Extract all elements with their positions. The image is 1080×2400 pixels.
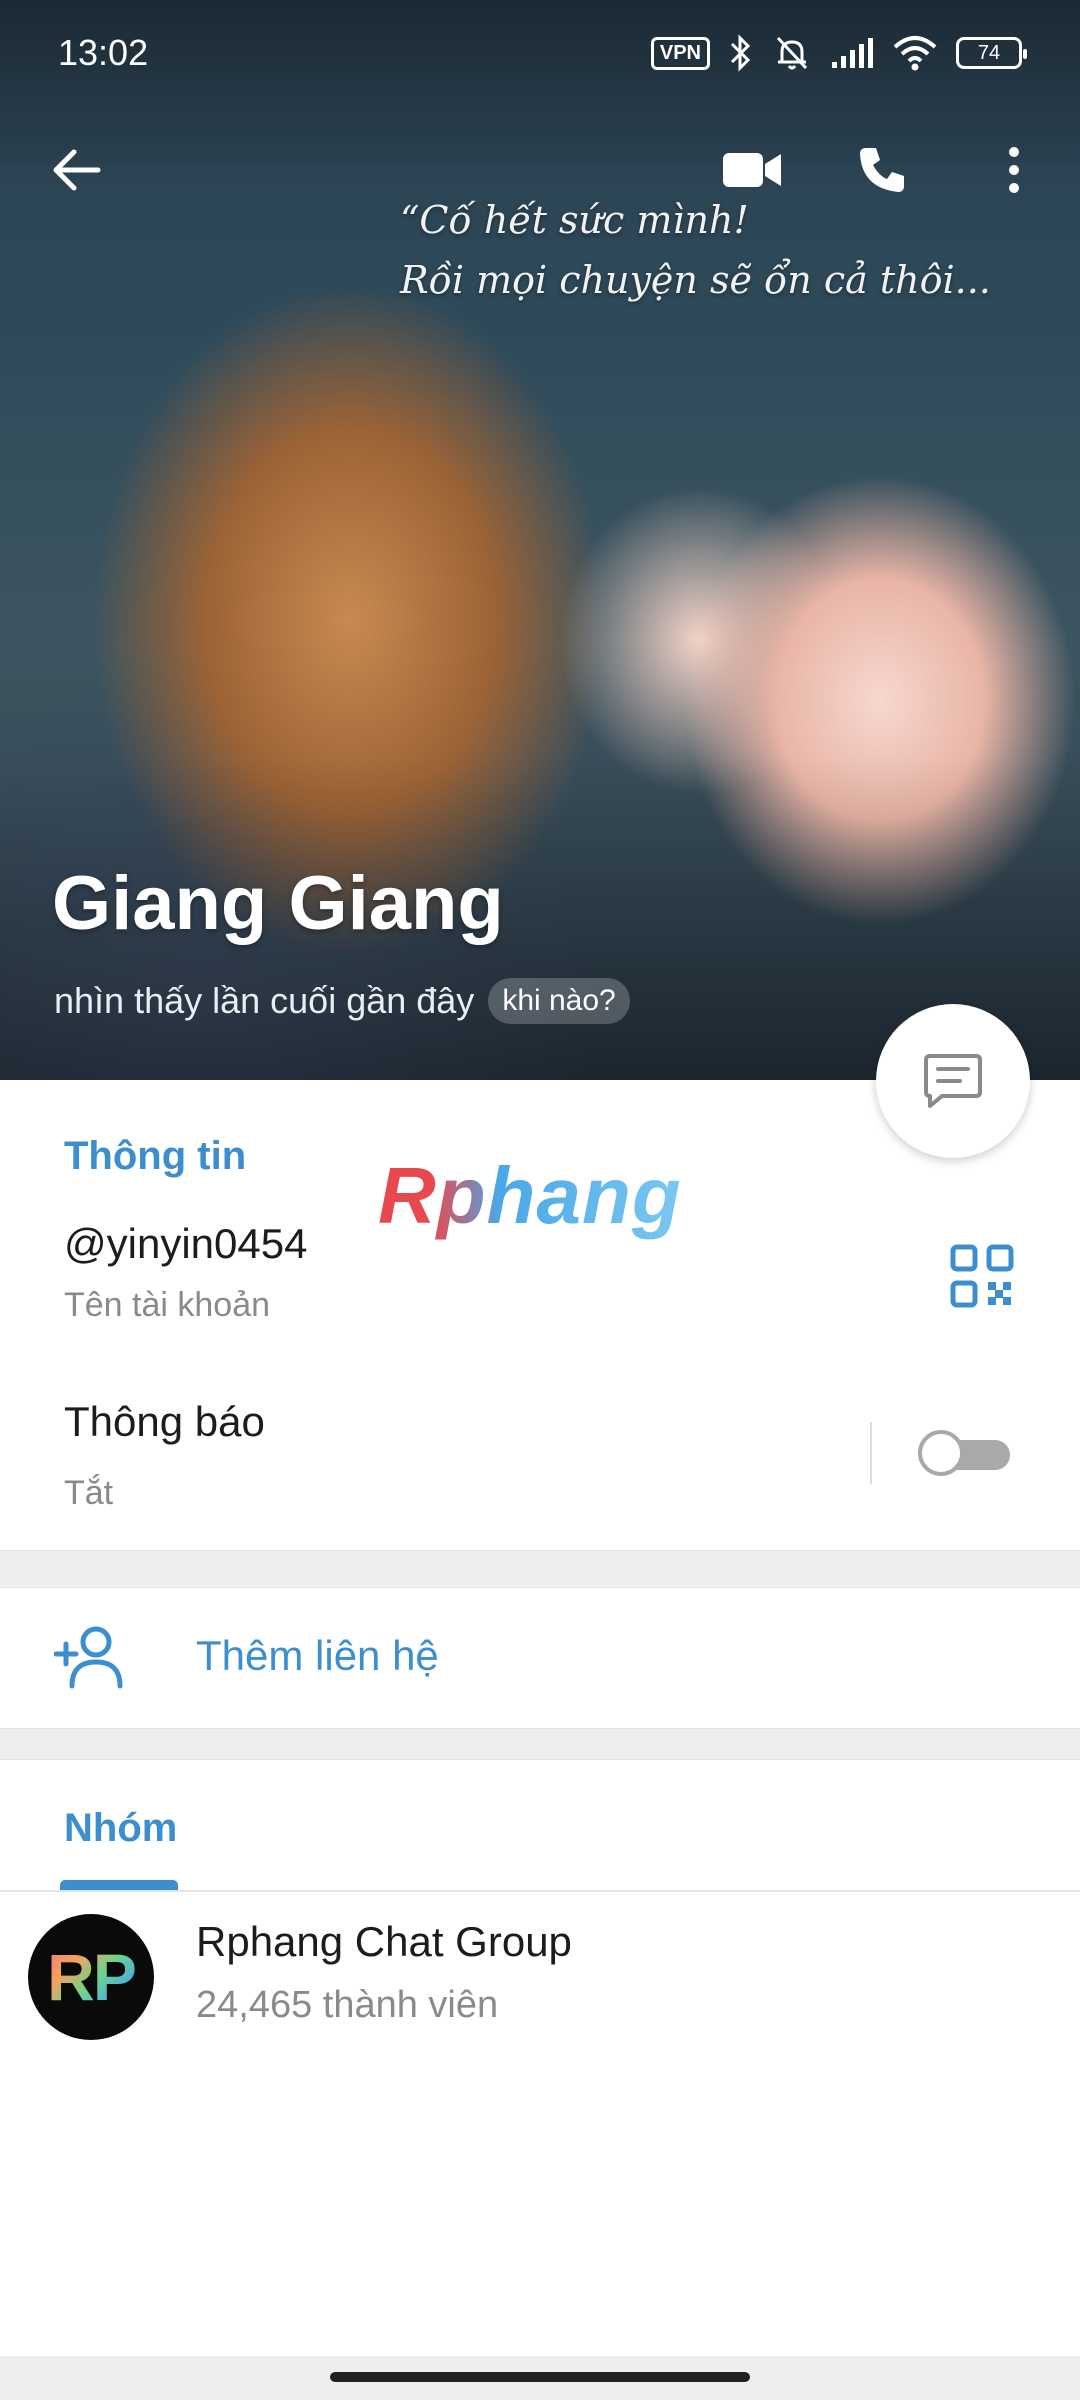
qr-code-button[interactable] [950,1244,1014,1308]
more-options-button[interactable] [974,130,1054,210]
back-button[interactable] [36,130,116,210]
system-nav-bar [0,2356,1080,2400]
add-user-icon [54,1626,123,1689]
back-arrow-icon [53,149,101,191]
video-call-icon [723,153,781,187]
username-value[interactable]: @yinyin0454 [64,1220,307,1268]
status-time: 13:02 [58,32,149,73]
notifications-toggle[interactable] [918,1428,1012,1478]
section-divider [0,1550,1080,1588]
message-icon [924,1054,982,1108]
tab-groups-indicator [60,1880,178,1890]
cover-quote-line: Rồi mọi chuyện sẽ ổn cả thôi... [400,258,991,302]
watermark-logo: Rphang [378,1151,682,1240]
bluetooth-icon [730,34,751,72]
send-message-button[interactable] [876,1004,1030,1158]
profile-name: Giang Giang [52,861,504,946]
phone-icon [860,148,904,192]
call-button[interactable] [842,130,922,210]
tab-bar-line [0,1890,1080,1892]
last-seen-text: nhìn thấy lần cuối gần đây [54,980,475,1021]
section-divider [0,1728,1080,1760]
battery-icon: 74 [956,37,1027,69]
home-gesture-handle[interactable] [330,2372,750,2382]
mute-bell-icon [776,36,808,70]
notifications-value: Tắt [64,1474,114,1512]
more-vertical-icon [1009,147,1019,193]
group-name: Rphang Chat Group [196,1918,572,1965]
notifications-title[interactable]: Thông báo [64,1398,265,1446]
wifi-icon [893,36,937,71]
qr-code-icon [950,1244,1014,1308]
video-call-button[interactable] [712,130,792,210]
add-contact-label: Thêm liên hệ [196,1632,439,1679]
groups-section [0,1760,1080,2400]
profile-top-bar [0,130,1080,210]
last-seen-when-chip[interactable]: khi nào? [488,978,630,1024]
avatar: RP [28,1914,154,2040]
add-contact-row[interactable]: Thêm liên hệ [0,1588,1080,1728]
status-bar: 13:02 VPN 74 [0,0,1080,110]
info-section-title: Thông tin [64,1134,247,1178]
signal-icon [832,38,873,68]
tab-groups[interactable]: Nhóm [64,1806,177,1851]
avatar-initials: RP [47,1940,137,2014]
list-item[interactable]: RP Rphang Chat Group 24,465 thành viên [0,1900,1080,2060]
group-member-count: 24,465 thành viên [196,1984,499,2026]
notifications-divider [870,1422,872,1484]
toggle-knob [918,1430,964,1476]
username-label: Tên tài khoản [64,1286,271,1324]
status-icons: VPN 74 [650,34,1027,72]
last-seen-status: nhìn thấy lần cuối gần đây khi nào? [54,978,630,1024]
vpn-icon: VPN [650,36,710,70]
